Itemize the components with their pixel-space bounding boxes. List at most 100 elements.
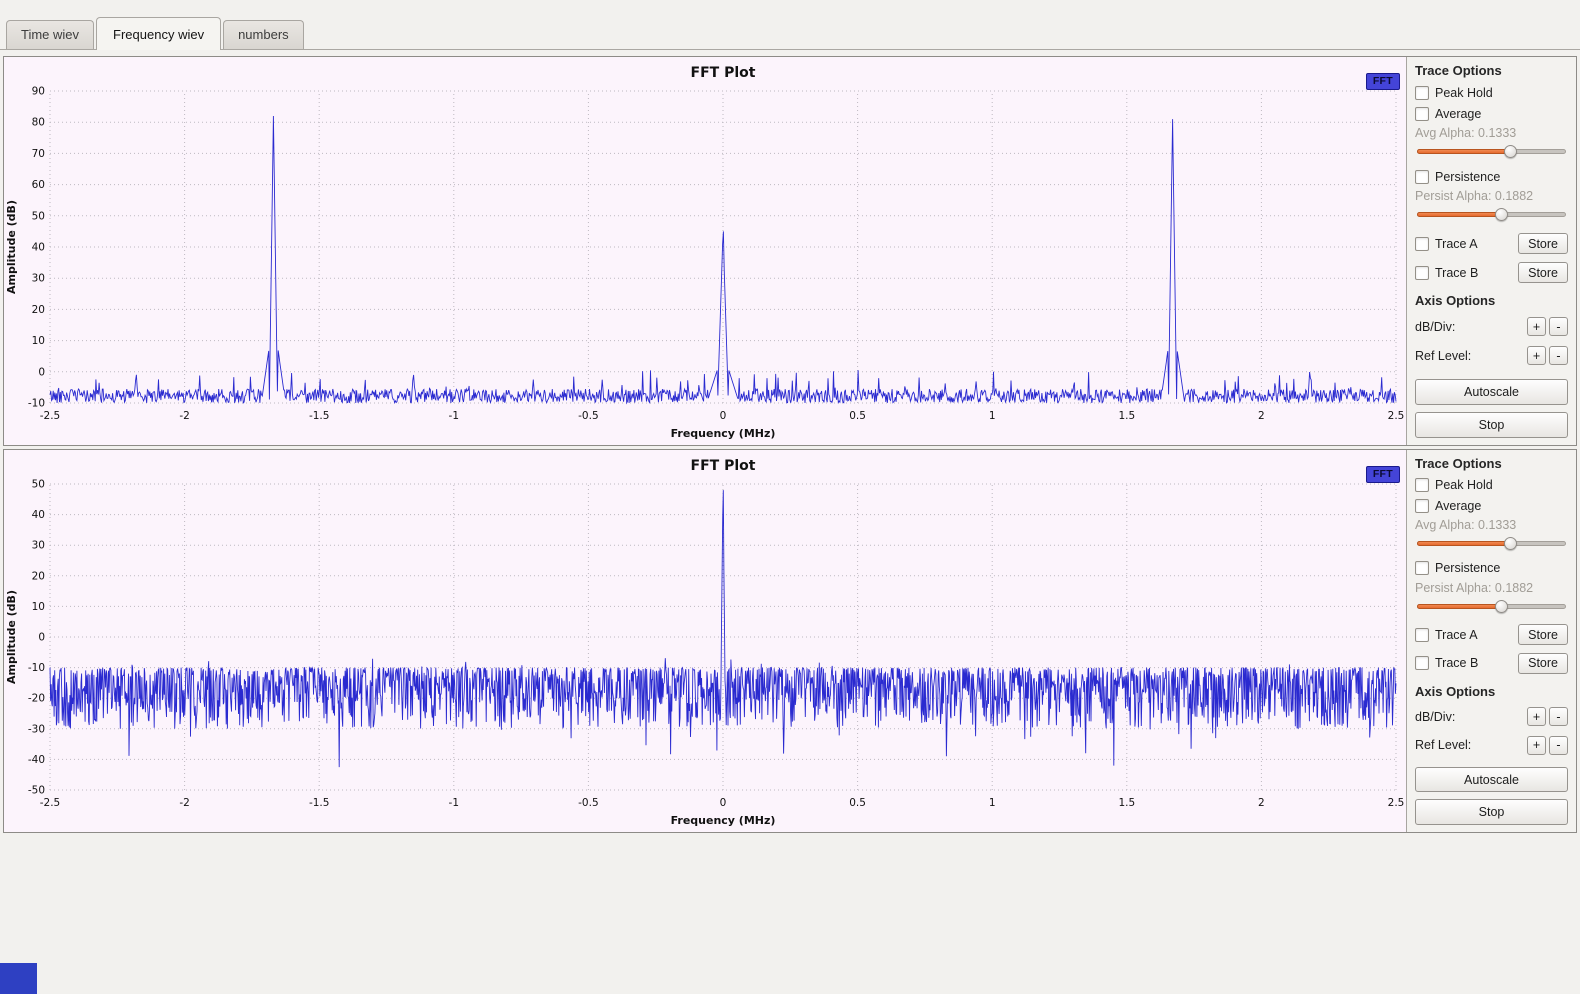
avg-alpha-slider-2[interactable] xyxy=(1417,536,1566,551)
ref-level-decrease-button-2[interactable]: - xyxy=(1549,736,1568,755)
svg-text:-2: -2 xyxy=(179,797,189,809)
trace-options-title-2: Trace Options xyxy=(1415,456,1568,471)
trace-controls-1: Trace Options Peak Hold Average Avg Alph… xyxy=(1406,57,1576,445)
fft-legend-badge-2: FFT xyxy=(1366,466,1400,483)
store-trace-b-button-2[interactable]: Store xyxy=(1518,653,1568,674)
trace-b-row-1: Trace B Store xyxy=(1415,260,1568,285)
trace-a-checkbox-2[interactable] xyxy=(1415,628,1429,642)
db-div-label-1: dB/Div: xyxy=(1415,320,1455,334)
fft-plot-svg-2: -2.5-2-1.5-1-0.500.511.522.5-50-40-30-20… xyxy=(4,450,1406,832)
svg-text:-20: -20 xyxy=(28,693,45,705)
db-div-decrease-button-1[interactable]: - xyxy=(1549,317,1568,336)
svg-text:Frequency (MHz): Frequency (MHz) xyxy=(671,814,776,827)
svg-text:-1.5: -1.5 xyxy=(309,410,330,422)
svg-text:1: 1 xyxy=(989,797,996,809)
trace-a-row-1: Trace A Store xyxy=(1415,231,1568,256)
svg-text:1: 1 xyxy=(989,410,996,422)
trace-b-checkbox-1[interactable] xyxy=(1415,266,1429,280)
store-trace-a-button-1[interactable]: Store xyxy=(1518,233,1568,254)
average-row-2: Average xyxy=(1415,496,1568,517)
slider-handle[interactable] xyxy=(1495,208,1508,221)
svg-text:30: 30 xyxy=(32,540,45,552)
fft-legend-badge-1: FFT xyxy=(1366,73,1400,90)
tab-frequency-view[interactable]: Frequency wiev xyxy=(96,17,221,50)
slider-track[interactable] xyxy=(1417,541,1566,546)
db-div-row-1: dB/Div: + - xyxy=(1415,315,1568,338)
persist-alpha-label-1: Persist Alpha: 0.1882 xyxy=(1415,187,1568,205)
svg-text:40: 40 xyxy=(32,509,45,521)
persistence-label-1: Persistence xyxy=(1435,170,1500,184)
peak-hold-checkbox-2[interactable] xyxy=(1415,478,1429,492)
svg-text:-50: -50 xyxy=(28,785,45,797)
svg-text:80: 80 xyxy=(32,117,45,129)
trace-b-label-1: Trace B xyxy=(1435,266,1478,280)
ref-level-increase-button-1[interactable]: + xyxy=(1527,346,1546,365)
slider-handle[interactable] xyxy=(1495,600,1508,613)
svg-text:-1.5: -1.5 xyxy=(309,797,330,809)
svg-text:20: 20 xyxy=(32,570,45,582)
persistence-checkbox-2[interactable] xyxy=(1415,561,1429,575)
db-div-increase-button-2[interactable]: + xyxy=(1527,707,1546,726)
fft-panel-2: -2.5-2-1.5-1-0.500.511.522.5-50-40-30-20… xyxy=(3,449,1577,833)
peak-hold-row-2: Peak Hold xyxy=(1415,475,1568,496)
stop-button-2[interactable]: Stop xyxy=(1415,799,1568,825)
svg-text:2.5: 2.5 xyxy=(1388,410,1405,422)
svg-text:50: 50 xyxy=(32,479,45,491)
svg-text:-1: -1 xyxy=(449,410,459,422)
persist-alpha-label-2: Persist Alpha: 0.1882 xyxy=(1415,579,1568,597)
average-checkbox-2[interactable] xyxy=(1415,499,1429,513)
ref-level-row-2: Ref Level: + - xyxy=(1415,734,1568,757)
svg-text:FFT Plot: FFT Plot xyxy=(691,65,756,81)
svg-text:0: 0 xyxy=(720,410,727,422)
svg-text:2: 2 xyxy=(1258,410,1265,422)
svg-text:Amplitude (dB): Amplitude (dB) xyxy=(5,200,18,294)
average-checkbox-1[interactable] xyxy=(1415,107,1429,121)
svg-text:0: 0 xyxy=(720,797,727,809)
trace-b-row-2: Trace B Store xyxy=(1415,651,1568,676)
db-div-increase-button-1[interactable]: + xyxy=(1527,317,1546,336)
store-trace-a-button-2[interactable]: Store xyxy=(1518,624,1568,645)
tab-numbers[interactable]: numbers xyxy=(223,20,304,49)
avg-alpha-label-2: Avg Alpha: 0.1333 xyxy=(1415,516,1568,534)
svg-text:Amplitude (dB): Amplitude (dB) xyxy=(5,590,18,684)
persistence-row-1: Persistence xyxy=(1415,166,1568,187)
trace-a-row-2: Trace A Store xyxy=(1415,622,1568,647)
svg-text:0: 0 xyxy=(38,632,45,644)
autoscale-button-2[interactable]: Autoscale xyxy=(1415,767,1568,793)
tab-bar: Time wiev Frequency wiev numbers xyxy=(0,0,1580,50)
store-trace-b-button-1[interactable]: Store xyxy=(1518,262,1568,283)
slider-handle[interactable] xyxy=(1504,537,1517,550)
tab-time-view[interactable]: Time wiev xyxy=(6,20,94,49)
svg-text:-10: -10 xyxy=(28,398,45,410)
fft-plot-canvas-2[interactable]: -2.5-2-1.5-1-0.500.511.522.5-50-40-30-20… xyxy=(4,450,1406,832)
fft-plot-svg-1: -2.5-2-1.5-1-0.500.511.522.5-10010203040… xyxy=(4,57,1406,445)
axis-options-title-2: Axis Options xyxy=(1415,684,1568,699)
db-div-row-2: dB/Div: + - xyxy=(1415,706,1568,729)
svg-text:1.5: 1.5 xyxy=(1118,797,1135,809)
trace-b-checkbox-2[interactable] xyxy=(1415,656,1429,670)
trace-a-checkbox-1[interactable] xyxy=(1415,237,1429,251)
svg-text:FFT Plot: FFT Plot xyxy=(691,458,756,474)
persist-alpha-slider-1[interactable] xyxy=(1417,207,1566,222)
ref-level-increase-button-2[interactable]: + xyxy=(1527,736,1546,755)
persist-alpha-slider-2[interactable] xyxy=(1417,599,1566,614)
avg-alpha-label-1: Avg Alpha: 0.1333 xyxy=(1415,124,1568,142)
persistence-checkbox-1[interactable] xyxy=(1415,170,1429,184)
stop-button-1[interactable]: Stop xyxy=(1415,412,1568,438)
db-div-decrease-button-2[interactable]: - xyxy=(1549,707,1568,726)
svg-text:20: 20 xyxy=(32,304,45,316)
ref-level-decrease-button-1[interactable]: - xyxy=(1549,346,1568,365)
slider-track[interactable] xyxy=(1417,149,1566,154)
svg-text:90: 90 xyxy=(32,86,45,98)
slider-handle[interactable] xyxy=(1504,145,1517,158)
trace-controls-2: Trace Options Peak Hold Average Avg Alph… xyxy=(1406,450,1576,832)
fft-plot-canvas-1[interactable]: -2.5-2-1.5-1-0.500.511.522.5-10010203040… xyxy=(4,57,1406,445)
autoscale-button-1[interactable]: Autoscale xyxy=(1415,379,1568,405)
slider-track[interactable] xyxy=(1417,212,1566,217)
svg-text:-40: -40 xyxy=(28,754,45,766)
avg-alpha-slider-1[interactable] xyxy=(1417,144,1566,159)
peak-hold-checkbox-1[interactable] xyxy=(1415,86,1429,100)
ref-level-label-2: Ref Level: xyxy=(1415,738,1471,752)
peak-hold-row-1: Peak Hold xyxy=(1415,82,1568,103)
slider-track[interactable] xyxy=(1417,604,1566,609)
